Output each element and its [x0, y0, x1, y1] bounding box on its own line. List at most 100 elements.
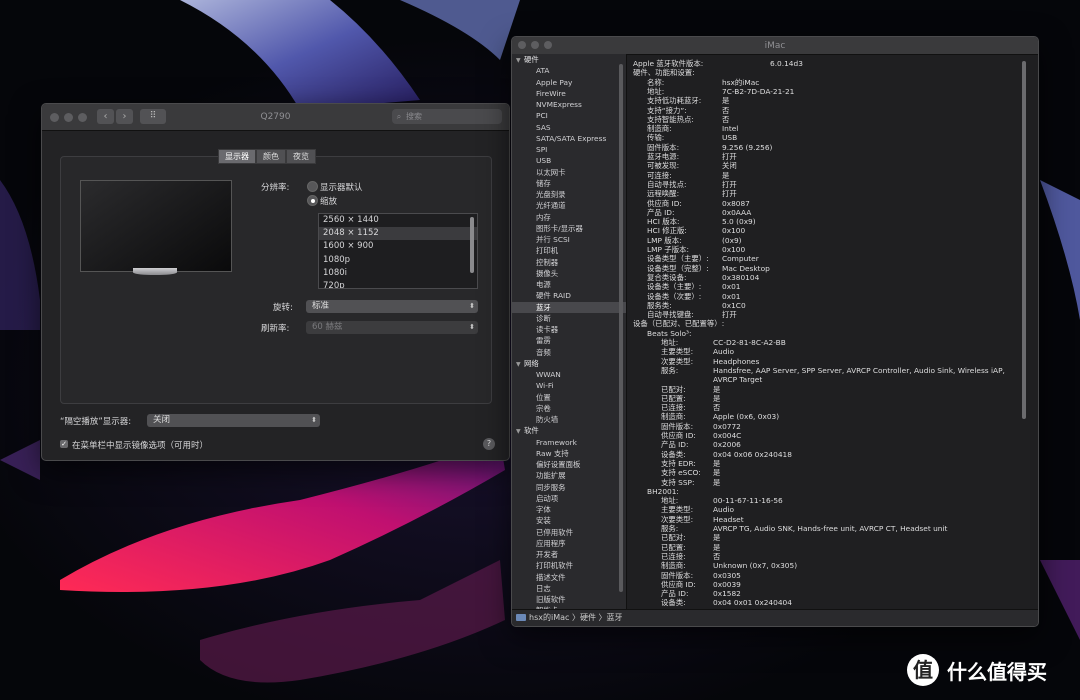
sidebar-item[interactable]: 蓝牙 [512, 301, 626, 313]
sidebar-item[interactable]: 防火墙 [512, 414, 626, 425]
sidebar-item[interactable]: 光纤通道 [512, 200, 626, 211]
rotation-value: 标准 [312, 301, 330, 311]
sidebar-item[interactable]: 应用程序 [512, 538, 626, 549]
detail-key: LMP 子版本: [647, 245, 689, 254]
detail-scrollbar[interactable] [1022, 61, 1026, 419]
sidebar-item[interactable]: 功能扩展 [512, 470, 626, 481]
monitor-image [80, 180, 232, 272]
disclosure-triangle-icon[interactable]: ▼ [516, 359, 524, 370]
radio-default[interactable] [307, 181, 318, 192]
sidebar-category[interactable]: ▼ 软件 [512, 425, 626, 436]
detail-value: Mac Desktop [722, 263, 770, 273]
sidebar-item[interactable]: 读卡器 [512, 324, 626, 335]
detail-value: 6.0.14d3 [770, 59, 803, 68]
sidebar-item[interactable]: 光盘刻录 [512, 189, 626, 200]
sidebar-item[interactable]: PCI [512, 110, 626, 121]
sidebar-item[interactable]: 启动项 [512, 493, 626, 504]
resolution-option[interactable]: 1600 × 900 [319, 240, 477, 253]
sidebar-item[interactable]: 字体 [512, 504, 626, 515]
detail-key: 设备类: [661, 598, 686, 608]
sidebar-item-label: 功能扩展 [536, 471, 566, 481]
resolution-option[interactable]: 720p [319, 280, 477, 288]
sidebar-item[interactable]: Wi-Fi [512, 380, 626, 391]
detail-value: Audio [713, 347, 735, 357]
category-sidebar[interactable]: ▼ 硬件 ATA Apple Pay FireWire NVMExpress PCI SAS S… [512, 54, 627, 610]
sidebar-item[interactable]: 图形卡/显示器 [512, 223, 626, 234]
resolution-option[interactable]: 2560 × 1440 [319, 214, 477, 227]
watermark-logo: 值 [907, 654, 939, 686]
sidebar-item-label: PCI [536, 111, 548, 121]
search-icon: ⌕ [396, 112, 402, 121]
sidebar-item[interactable]: 内存 [512, 212, 626, 223]
sidebar-item[interactable]: 描述文件 [512, 572, 626, 583]
sidebar-item[interactable]: 控制器 [512, 257, 626, 268]
sidebar-item[interactable]: 打印机 [512, 245, 626, 256]
sidebar-item[interactable]: 同步服务 [512, 482, 626, 493]
sidebar-item[interactable]: Apple Pay [512, 77, 626, 88]
sidebar-item-label: USB [536, 156, 552, 166]
sidebar-item[interactable]: 旧版软件 [512, 594, 626, 605]
resolution-scrollbar[interactable] [470, 217, 474, 273]
sidebar-item[interactable]: SAS [512, 122, 626, 133]
sidebar-item[interactable]: 宗卷 [512, 403, 626, 414]
sidebar-item[interactable]: 并行 SCSI [512, 234, 626, 245]
sidebar-item[interactable]: 安装 [512, 515, 626, 526]
mirror-options-checkbox[interactable]: ✓ [60, 440, 68, 448]
sidebar-scrollbar[interactable] [619, 64, 623, 592]
sidebar-item-label: 电源 [536, 280, 551, 289]
radio-default-label: 显示器默认 [320, 183, 363, 193]
disclosure-triangle-icon[interactable]: ▼ [516, 55, 524, 66]
sidebar-item[interactable]: 以太网卡 [512, 167, 626, 178]
sidebar-item[interactable]: 音频 [512, 347, 626, 358]
detail-value: 0x1C0 [722, 300, 746, 310]
rotation-select[interactable]: 标准 ⬍ [306, 300, 478, 313]
sidebar-item-label: Framework [536, 437, 577, 447]
sidebar-item-label: 并行 SCSI [536, 235, 570, 244]
detail-key: 供应商 ID: [661, 431, 696, 440]
sidebar-item[interactable]: Raw 支持 [512, 448, 626, 459]
sidebar-item-label: 打印机 [536, 246, 559, 256]
sidebar-item[interactable]: NVMExpress [512, 99, 626, 110]
resolution-list[interactable]: 2560 × 1440 2048 × 1152 1600 × 900 1080p… [318, 213, 478, 289]
sidebar-item[interactable]: 电源 [512, 279, 626, 290]
sidebar-item-label: 软件 [524, 426, 539, 436]
sidebar-item[interactable]: 位置 [512, 392, 626, 403]
radio-scaled[interactable] [307, 195, 318, 206]
sidebar-item[interactable]: Framework [512, 437, 626, 448]
sidebar-item[interactable]: ATA [512, 65, 626, 76]
detail-key: 次要类型: [661, 514, 694, 524]
sidebar-item-label: Apple Pay [536, 77, 573, 87]
sidebar-category[interactable]: ▼ 网络 [512, 358, 626, 369]
sidebar-item[interactable]: 摄像头 [512, 268, 626, 279]
airplay-display-select[interactable]: 关闭 ⬍ [147, 414, 320, 427]
sidebar-item[interactable]: 打印机软件 [512, 560, 626, 571]
sidebar-item[interactable]: 开发者 [512, 549, 626, 560]
disclosure-triangle-icon[interactable]: ▼ [516, 426, 524, 437]
refresh-rate-select[interactable]: 60 赫兹 ⬍ [306, 321, 478, 334]
sidebar-item[interactable]: USB [512, 155, 626, 166]
help-button[interactable]: ? [483, 438, 495, 450]
sidebar-item[interactable]: FireWire [512, 88, 626, 99]
detail-value: Apple (0x6, 0x03) [713, 412, 780, 422]
sidebar-item[interactable]: 偏好设置面板 [512, 459, 626, 470]
search-input[interactable]: ⌕ 搜索 [392, 109, 502, 124]
tab-display[interactable]: 显示器 [218, 149, 256, 164]
sidebar-category[interactable]: ▼ 硬件 [512, 54, 626, 65]
sidebar-item[interactable]: SATA/SATA Express [512, 133, 626, 144]
sidebar-item[interactable]: WWAN [512, 369, 626, 380]
resolution-option[interactable]: 1080p [319, 254, 477, 267]
detail-value: AVRCP TG, Audio SNK, Hands-free unit, AV… [713, 524, 948, 533]
sidebar-item[interactable]: 日志 [512, 583, 626, 594]
sidebar-item[interactable]: 已停用软件 [512, 527, 626, 538]
tab-night-shift[interactable]: 夜览 [286, 149, 316, 164]
detail-value: Unknown (0x7, 0x305) [713, 561, 798, 571]
sidebar-item[interactable]: SPI [512, 144, 626, 155]
resolution-option[interactable]: 2048 × 1152 [319, 227, 477, 241]
sidebar-item[interactable]: 雷雳 [512, 335, 626, 346]
sidebar-item[interactable]: 储存 [512, 178, 626, 189]
resolution-option[interactable]: 1080i [319, 267, 477, 280]
sidebar-item[interactable]: 硬件 RAID [512, 290, 626, 301]
tab-color[interactable]: 颜色 [256, 149, 286, 164]
sidebar-item[interactable]: 诊断 [512, 313, 626, 324]
path-bar: hsx的iMac 〉硬件 〉蓝牙 [512, 609, 1038, 626]
